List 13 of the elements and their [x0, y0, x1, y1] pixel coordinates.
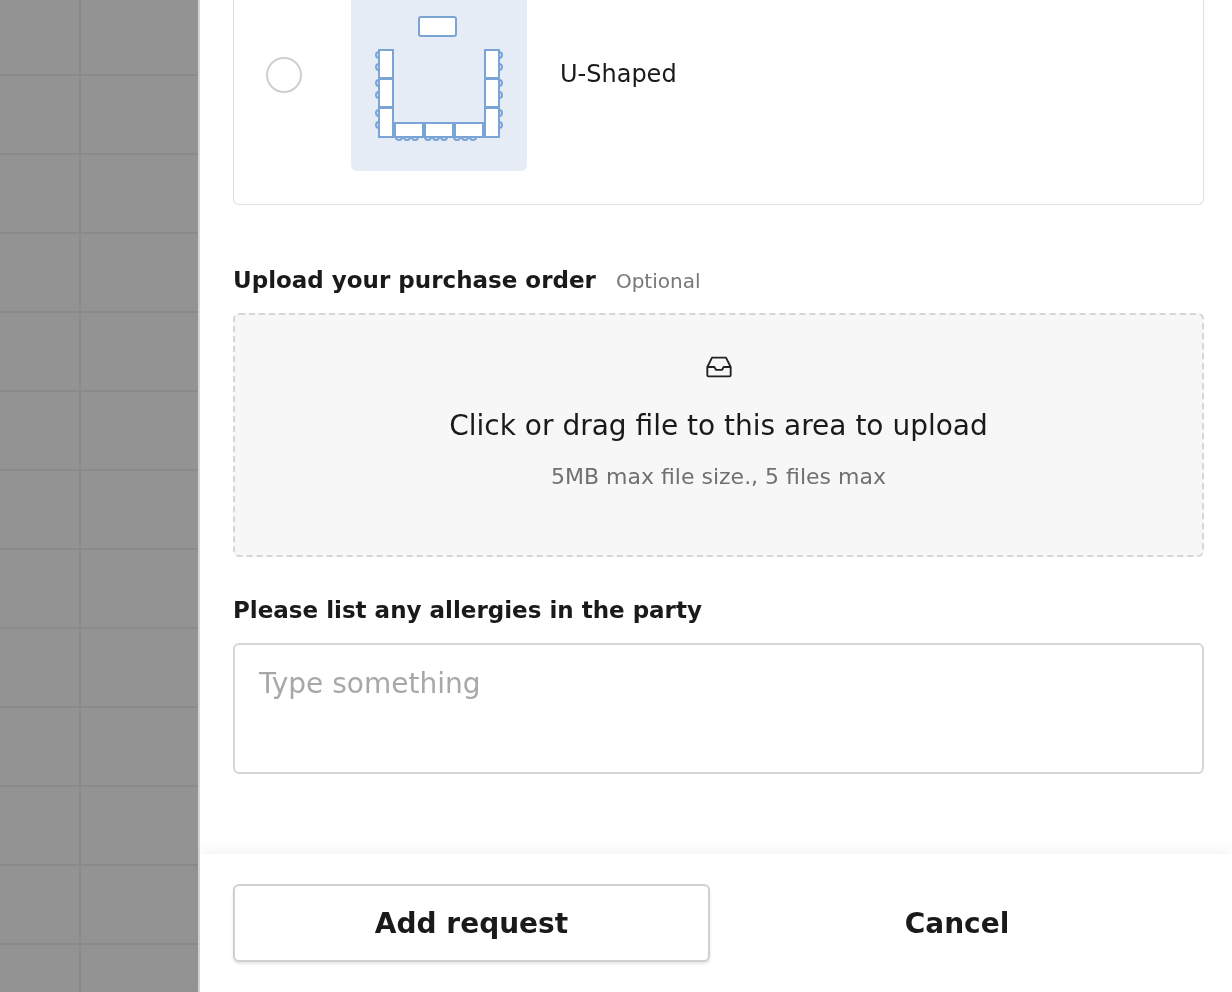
- upload-prompt: Click or drag file to this area to upload: [449, 409, 988, 442]
- cancel-button[interactable]: Cancel: [710, 884, 1204, 962]
- add-request-button[interactable]: Add request: [233, 884, 710, 962]
- field-label: Upload your purchase order: [233, 267, 596, 293]
- optional-tag: Optional: [615, 269, 701, 293]
- field-label: Please list any allergies in the party: [233, 597, 702, 623]
- upload-hint: 5MB max file size., 5 files max: [551, 464, 886, 489]
- option-label: U-Shaped: [560, 60, 677, 88]
- allergies-input-field[interactable]: Type something: [233, 643, 1204, 774]
- radio-button[interactable]: [266, 57, 302, 93]
- upload-dropzone[interactable]: Click or drag file to this area to upload 5MB max file size., 5 files max: [233, 313, 1204, 557]
- layout-option-card[interactable]: U-Shaped: [233, 0, 1204, 205]
- inbox-tray-icon: [704, 355, 733, 379]
